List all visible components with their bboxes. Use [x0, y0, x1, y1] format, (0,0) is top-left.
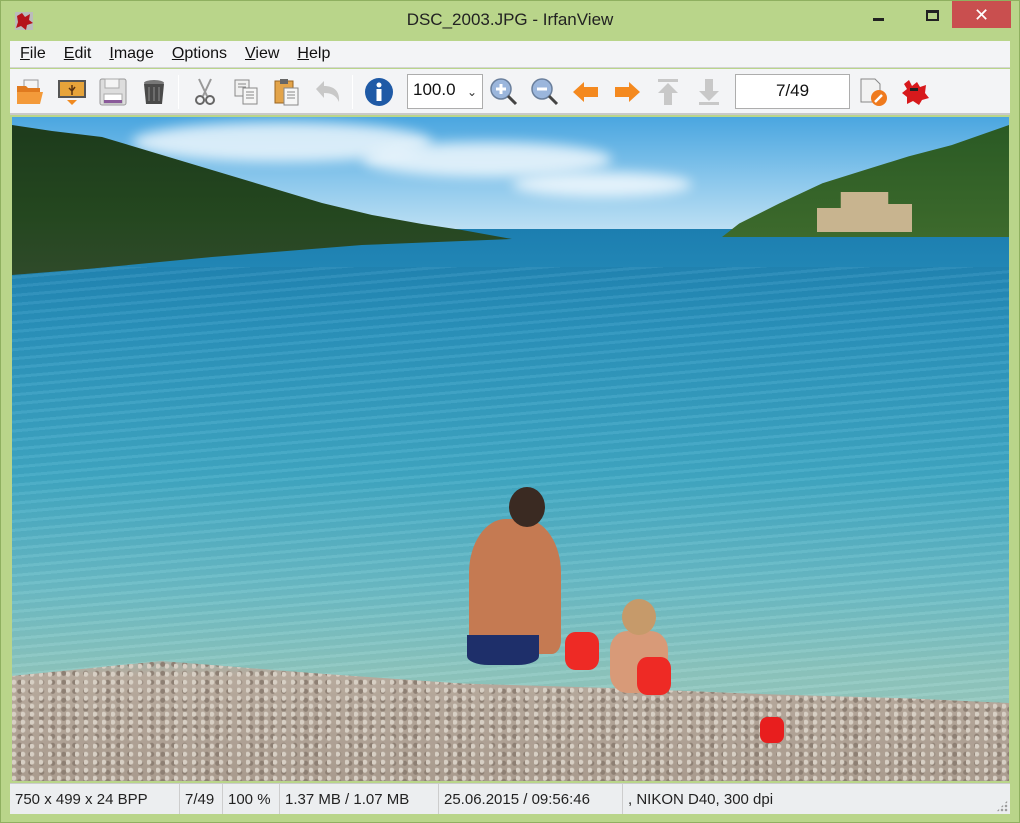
delete-button[interactable] [137, 75, 171, 109]
previous-image-button[interactable] [569, 75, 603, 109]
zoom-in-icon [490, 78, 518, 106]
minimize-button[interactable] [859, 1, 897, 29]
cut-button[interactable] [188, 75, 222, 109]
toolbar: 100.0 ⌄ 7/49 [10, 69, 1010, 115]
minimize-icon [872, 17, 884, 21]
floppy-save-icon [99, 78, 127, 106]
maximize-button[interactable] [909, 1, 955, 29]
chevron-down-icon: ⌄ [466, 85, 477, 99]
page-indicator[interactable]: 7/49 [735, 74, 850, 109]
arrow-right-icon [615, 82, 640, 102]
arrow-left-icon [573, 82, 598, 102]
copy-icon [234, 79, 258, 105]
photo-armband-left [565, 632, 599, 670]
photo-man [467, 487, 562, 667]
menu-options[interactable]: Options [172, 45, 227, 63]
status-datetime: 25.06.2015 / 09:56:46 [439, 784, 623, 814]
slideshow-button[interactable] [55, 75, 89, 109]
scissors-icon [195, 78, 215, 105]
menu-edit[interactable]: Edit [64, 45, 92, 63]
irfanview-window: DSC_2003.JPG - IrfanView ✕ File Edit Ima… [0, 0, 1020, 823]
undo-arrow-icon [316, 81, 340, 102]
copy-button[interactable] [229, 75, 263, 109]
irfanview-logo-icon [902, 80, 929, 105]
info-icon [365, 78, 393, 106]
close-button[interactable]: ✕ [952, 1, 1011, 28]
title-bar[interactable]: DSC_2003.JPG - IrfanView ✕ [1, 1, 1019, 39]
properties-button[interactable] [362, 75, 396, 109]
arrow-last-icon [699, 79, 719, 105]
last-image-button[interactable] [692, 75, 726, 109]
undo-button[interactable] [311, 75, 345, 109]
photo-beach [12, 117, 1009, 781]
open-button[interactable] [14, 75, 48, 109]
first-image-button[interactable] [651, 75, 685, 109]
folder-open-icon [17, 79, 43, 104]
image-viewport[interactable] [12, 117, 1009, 781]
photo-red-toy [760, 717, 784, 743]
save-button[interactable] [96, 75, 130, 109]
plugins-settings-button[interactable] [856, 75, 890, 109]
toolbar-separator [352, 75, 353, 109]
trash-icon [144, 80, 164, 104]
next-image-button[interactable] [610, 75, 644, 109]
menu-bar: File Edit Image Options View Help [10, 41, 1010, 68]
arrow-first-icon [658, 79, 678, 105]
zoom-out-button[interactable] [528, 75, 562, 109]
zoom-level-select[interactable]: 100.0 ⌄ [407, 74, 483, 109]
zoom-out-icon [531, 78, 559, 106]
zoom-level-value: 100.0 [413, 80, 456, 99]
menu-help[interactable]: Help [297, 45, 330, 63]
close-icon: ✕ [973, 4, 990, 25]
toolbar-separator [178, 75, 179, 109]
photo-cloud [512, 172, 692, 197]
status-zoom: 100 % [223, 784, 280, 814]
paste-button[interactable] [270, 75, 304, 109]
slideshow-icon [58, 80, 86, 105]
menu-file[interactable]: File [20, 45, 46, 63]
menu-view[interactable]: View [245, 45, 279, 63]
clipboard-paste-icon [274, 79, 299, 106]
status-bar: 750 x 499 x 24 BPP 7/49 100 % 1.37 MB / … [10, 783, 1010, 814]
status-exif: , NIKON D40, 300 dpi [628, 790, 774, 808]
settings-wrench-icon [860, 78, 887, 106]
status-file-size: 1.37 MB / 1.07 MB [280, 784, 439, 814]
status-index: 7/49 [180, 784, 223, 814]
menu-image[interactable]: Image [109, 45, 153, 63]
photo-armband-right [637, 657, 671, 695]
maximize-icon [925, 9, 939, 21]
about-button[interactable] [898, 75, 932, 109]
zoom-in-button[interactable] [487, 75, 521, 109]
status-dimensions: 750 x 499 x 24 BPP [10, 784, 180, 814]
